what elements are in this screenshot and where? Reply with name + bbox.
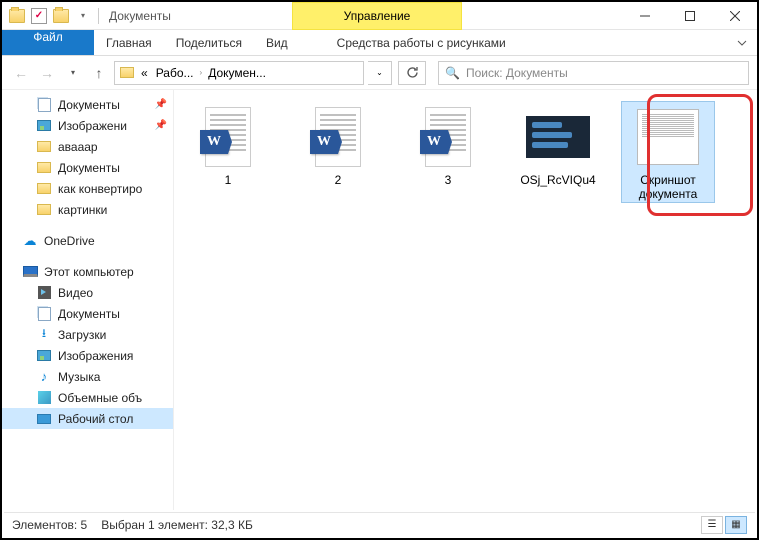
tab-picture-tools[interactable]: Средства работы с рисунками <box>325 30 518 55</box>
tab-file[interactable]: Файл <box>2 30 94 55</box>
tab-view[interactable]: Вид <box>254 30 300 55</box>
sidebar-this-pc[interactable]: Этот компьютер <box>2 261 173 282</box>
documents-icon <box>36 306 52 322</box>
pin-icon: 📌 <box>155 120 167 131</box>
word-doc-icon: W <box>303 102 373 172</box>
minimize-button[interactable] <box>622 2 667 29</box>
sidebar-item[interactable]: ⭳Загрузки <box>2 324 173 345</box>
file-item[interactable]: OSj_RcVIQu4 <box>512 102 604 202</box>
sidebar-item[interactable]: авааар <box>2 136 173 157</box>
folder-icon <box>36 181 52 197</box>
sidebar-item[interactable]: Изображени📌 <box>2 115 173 136</box>
pin-icon: 📌 <box>155 99 167 110</box>
music-icon: ♪ <box>36 369 52 385</box>
address-bar[interactable]: « Рабо... › Докумен... <box>114 61 364 85</box>
cloud-icon: ☁ <box>22 233 38 249</box>
recent-locations-button[interactable]: ▾ <box>62 62 84 84</box>
sidebar-item[interactable]: как конвертиро <box>2 178 173 199</box>
search-placeholder: Поиск: Документы <box>466 66 568 80</box>
file-name: 3 <box>445 174 452 188</box>
quick-access-toolbar: ✓ ▾ <box>2 7 101 25</box>
ribbon-tabs: Файл Главная Поделиться Вид Средства раб… <box>2 30 757 56</box>
pc-icon <box>22 264 38 280</box>
search-box[interactable]: 🔍 Поиск: Документы <box>438 61 749 85</box>
file-name: 1 <box>225 174 232 188</box>
title-bar: ✓ ▾ Документы Управление <box>2 2 757 30</box>
contextual-tab-header: Управление <box>292 2 462 30</box>
details-view-button[interactable]: ☰ <box>701 516 723 534</box>
file-name: OSj_RcVIQu4 <box>520 174 595 188</box>
tab-share[interactable]: Поделиться <box>164 30 254 55</box>
sidebar-item[interactable]: Изображения <box>2 345 173 366</box>
crumb-2[interactable]: Докумен... <box>206 66 268 80</box>
folder-icon <box>36 160 52 176</box>
crumb-prefix: « <box>139 66 150 80</box>
folder-icon <box>36 139 52 155</box>
file-list[interactable]: W 1 W 2 W 3 OSj_RcVIQu4 Скриншот докумен… <box>174 90 757 510</box>
app-folder-icon <box>8 7 26 25</box>
qat-properties-icon[interactable]: ✓ <box>30 7 48 25</box>
sidebar-item[interactable]: Документы <box>2 157 173 178</box>
forward-button[interactable]: → <box>36 62 58 84</box>
file-name: Скриншот документа <box>622 174 714 202</box>
pictures-icon <box>36 118 52 134</box>
sidebar-item[interactable]: Видео <box>2 282 173 303</box>
folder-icon <box>36 202 52 218</box>
navigation-bar: ← → ▾ ↑ « Рабо... › Докумен... ⌄ 🔍 Поиск… <box>2 56 757 90</box>
sidebar-onedrive[interactable]: ☁OneDrive <box>2 230 173 251</box>
downloads-icon: ⭳ <box>36 327 52 343</box>
item-count: Элементов: 5 <box>12 518 87 532</box>
image-thumbnail <box>633 102 703 172</box>
search-icon: 🔍 <box>445 66 460 80</box>
video-icon <box>36 285 52 301</box>
3d-objects-icon <box>36 390 52 406</box>
qat-new-folder-icon[interactable] <box>52 7 70 25</box>
sidebar-item[interactable]: картинки <box>2 199 173 220</box>
pictures-icon <box>36 348 52 364</box>
documents-icon <box>36 97 52 113</box>
sidebar-item[interactable]: ♪Музыка <box>2 366 173 387</box>
up-button[interactable]: ↑ <box>88 62 110 84</box>
ribbon-expand-button[interactable] <box>727 30 757 55</box>
sidebar-item[interactable]: Документы📌 <box>2 94 173 115</box>
image-thumbnail <box>523 102 593 172</box>
tab-home[interactable]: Главная <box>94 30 164 55</box>
file-name: 2 <box>335 174 342 188</box>
refresh-button[interactable] <box>398 61 426 85</box>
desktop-icon <box>36 411 52 427</box>
file-item[interactable]: W 1 <box>182 102 274 202</box>
crumb-1[interactable]: Рабо... <box>154 66 196 80</box>
file-item-selected[interactable]: Скриншот документа <box>622 102 714 202</box>
status-bar: Элементов: 5 Выбран 1 элемент: 32,3 КБ ☰… <box>4 512 755 536</box>
selection-info: Выбран 1 элемент: 32,3 КБ <box>101 518 253 532</box>
sidebar-item[interactable]: Объемные объ <box>2 387 173 408</box>
crumb-sep-icon[interactable]: › <box>200 68 203 77</box>
navigation-pane: Документы📌 Изображени📌 авааар Документы … <box>2 90 174 510</box>
qat-dropdown-icon[interactable]: ▾ <box>74 7 92 25</box>
sidebar-item[interactable]: Документы <box>2 303 173 324</box>
word-doc-icon: W <box>193 102 263 172</box>
address-folder-icon <box>119 65 135 81</box>
address-dropdown[interactable]: ⌄ <box>368 61 392 85</box>
maximize-button[interactable] <box>667 2 712 29</box>
word-doc-icon: W <box>413 102 483 172</box>
separator <box>98 8 99 24</box>
back-button[interactable]: ← <box>10 62 32 84</box>
thumbnails-view-button[interactable]: ▦ <box>725 516 747 534</box>
file-item[interactable]: W 3 <box>402 102 494 202</box>
close-button[interactable] <box>712 2 757 29</box>
sidebar-item-desktop[interactable]: Рабочий стол <box>2 408 173 429</box>
window-title: Документы <box>109 9 171 23</box>
file-item[interactable]: W 2 <box>292 102 384 202</box>
